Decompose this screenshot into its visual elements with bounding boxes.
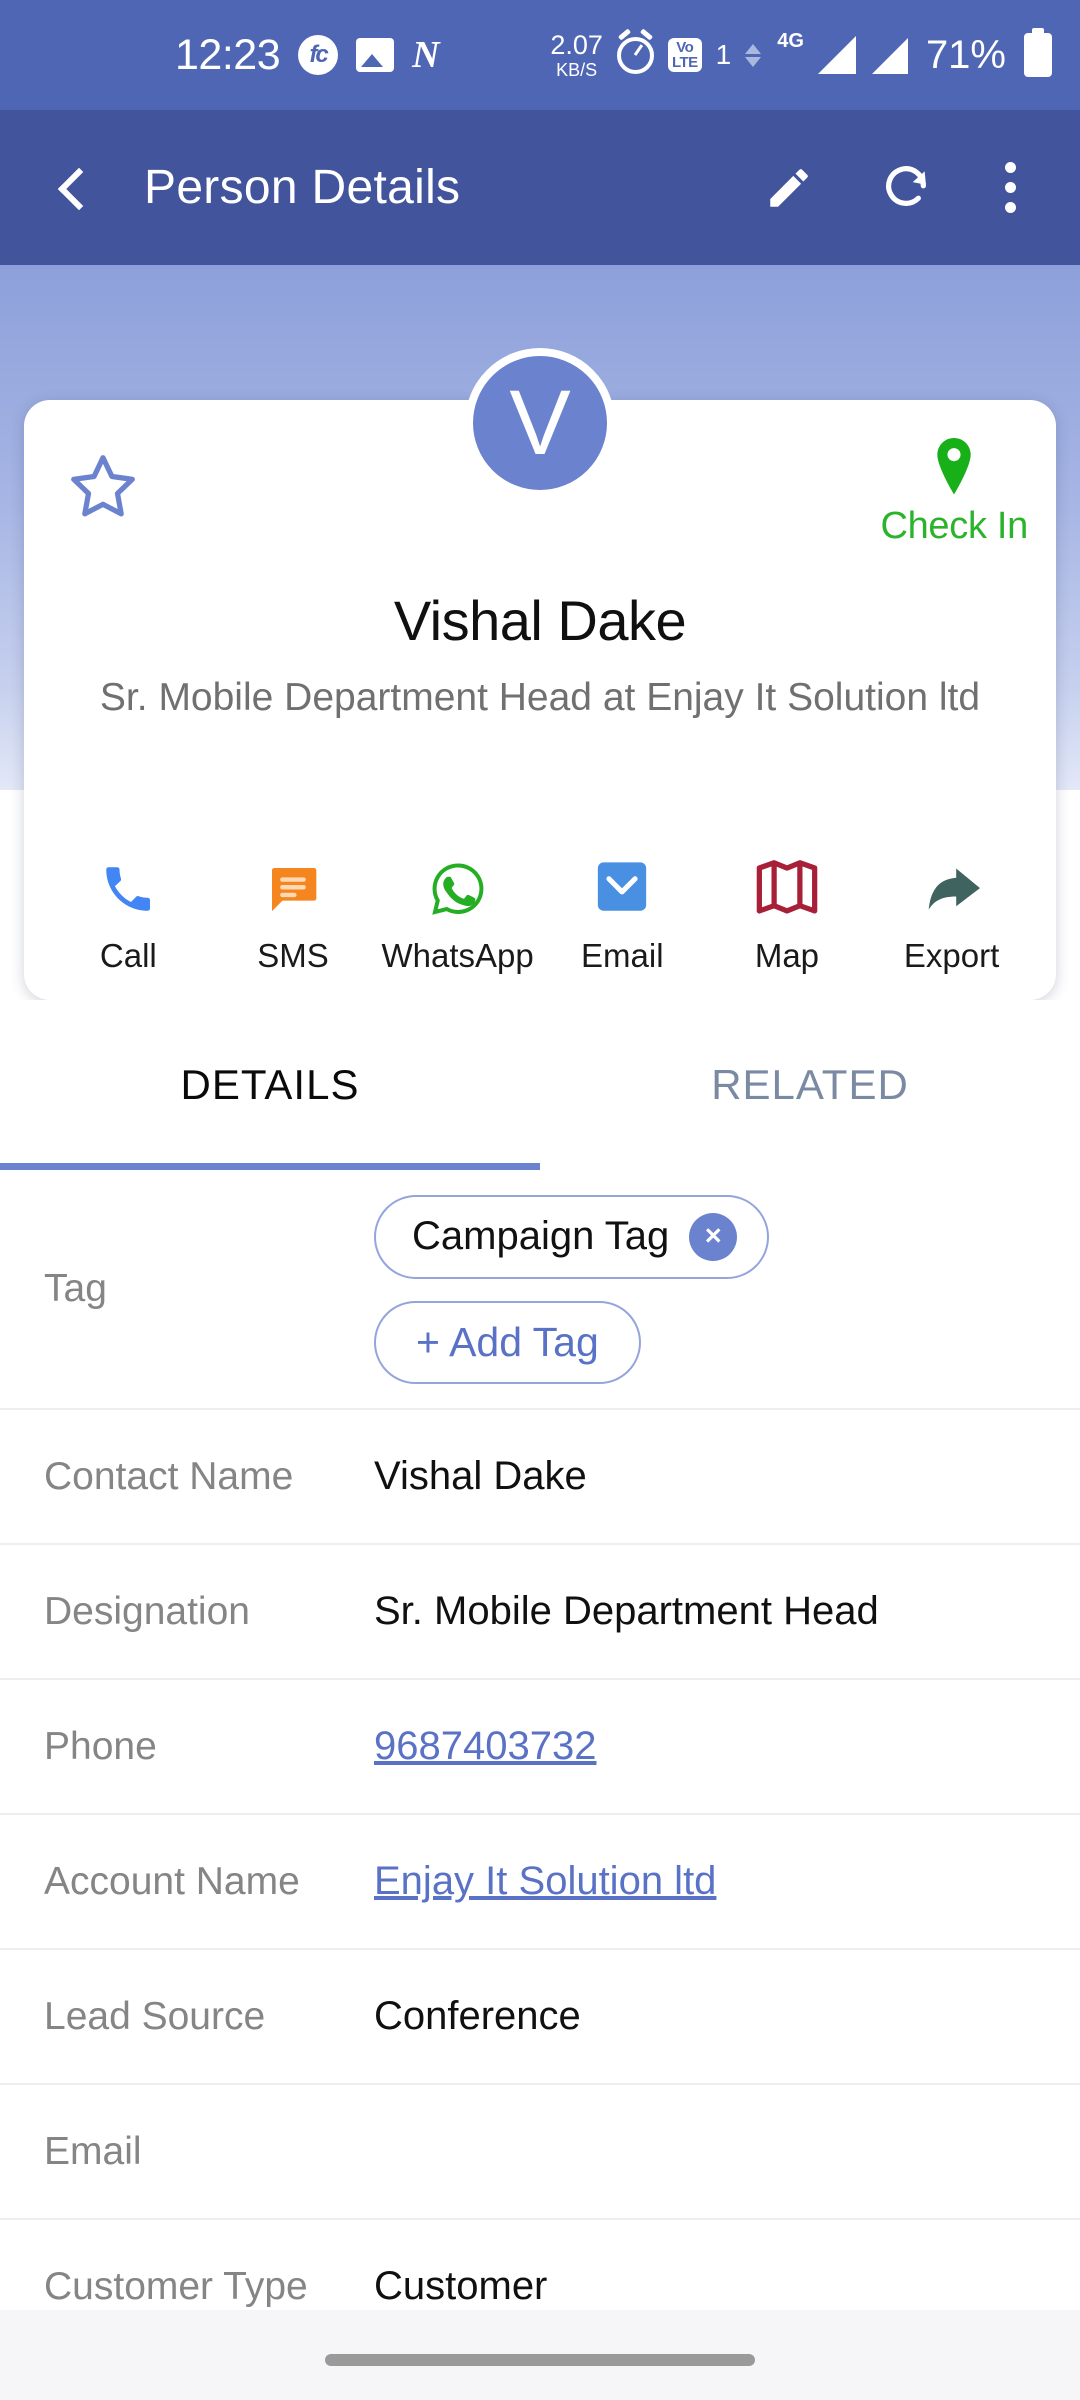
volte-icon: Vo LTE [667, 38, 702, 72]
gesture-pill[interactable] [325, 2354, 755, 2366]
quick-actions-row: Call SMS WhatsApp Email Map Export [24, 828, 1056, 1000]
map-action-label: Map [754, 937, 820, 974]
phone-icon [99, 853, 157, 925]
data-rate-unit: KB/S [556, 59, 598, 80]
check-in-button[interactable]: Check In [880, 438, 1028, 548]
table-row: Account Name Enjay It Solution ltd [0, 1815, 1080, 1950]
tag-chip[interactable]: Campaign Tag × [374, 1194, 770, 1279]
signal-strength-icon-1 [817, 36, 856, 74]
gallery-icon [356, 38, 395, 72]
details-list: Tag Campaign Tag × + Add Tag Contact Nam… [0, 1170, 1080, 2355]
row-label: Designation [44, 1589, 250, 1633]
phone-link[interactable]: 9687403732 [374, 1724, 1036, 1769]
status-bar: 12:23 fc N 2.07 KB/S Vo LTE 1 4G 71% [0, 0, 1080, 110]
refresh-icon[interactable] [880, 162, 932, 214]
favorite-star-icon[interactable] [66, 450, 140, 524]
remove-tag-icon[interactable]: × [689, 1212, 738, 1261]
fc-app-icon: fc [298, 35, 339, 75]
overflow-menu-icon[interactable] [998, 158, 1022, 217]
table-row: Contact Name Vishal Dake [0, 1410, 1080, 1545]
app-bar: Person Details [0, 110, 1080, 265]
add-tag-button[interactable]: + Add Tag [374, 1300, 641, 1384]
check-in-label: Check In [880, 505, 1028, 547]
edit-icon[interactable] [764, 163, 814, 213]
whatsapp-icon [428, 853, 488, 925]
status-bar-clock: 12:23 [175, 30, 281, 79]
detail-row-tag: Tag Campaign Tag × + Add Tag [0, 1170, 1080, 1410]
sms-action-button[interactable]: SMS [218, 853, 368, 975]
export-action-label: Export [903, 937, 1000, 974]
whatsapp-action-label: WhatsApp [381, 937, 534, 974]
share-arrow-icon [921, 853, 983, 925]
sim-number: 1 [715, 39, 732, 70]
whatsapp-action-button[interactable]: WhatsApp [381, 853, 534, 975]
page-title: Person Details [144, 161, 461, 214]
person-name: Vishal Dake [393, 589, 687, 652]
row-label: Phone [44, 1724, 157, 1768]
row-value: Sr. Mobile Department Head [374, 1589, 879, 1633]
battery-icon [1024, 33, 1052, 77]
tag-values: Campaign Tag × + Add Tag [374, 1194, 1036, 1384]
tab-details-label: DETAILS [180, 1061, 360, 1108]
message-icon [265, 853, 321, 925]
tab-related[interactable]: RELATED [540, 1000, 1080, 1170]
email-icon [597, 853, 647, 925]
signal-strength-icon-2 [870, 36, 908, 74]
row-label: Account Name [44, 1859, 300, 1903]
row-label: Contact Name [44, 1454, 294, 1498]
account-name-link[interactable]: Enjay It Solution ltd [374, 1859, 1036, 1904]
back-button[interactable] [52, 168, 92, 208]
row-label: Customer Type [44, 2264, 308, 2308]
call-action-button[interactable]: Call [53, 853, 203, 975]
table-row: Phone 9687403732 [0, 1680, 1080, 1815]
data-rate-indicator: 2.07 KB/S [550, 29, 603, 80]
export-action-button[interactable]: Export [877, 853, 1027, 975]
data-transfer-icon [745, 43, 762, 67]
tag-chip-label: Campaign Tag [412, 1214, 670, 1258]
tab-related-label: RELATED [711, 1061, 909, 1108]
volte-line-2: LTE [671, 54, 698, 71]
alarm-icon [616, 36, 654, 74]
app-screen: 12:23 fc N 2.07 KB/S Vo LTE 1 4G 71% Per… [0, 0, 1080, 2400]
map-icon [756, 853, 818, 925]
network-type-label: 4G [777, 29, 804, 52]
sms-action-label: SMS [257, 937, 329, 974]
table-row: Lead Source Conference [0, 1950, 1080, 2085]
person-subtitle: Sr. Mobile Department Head at Enjay It S… [99, 676, 981, 719]
map-action-button[interactable]: Map [712, 853, 862, 975]
row-label: Lead Source [44, 1994, 266, 2038]
app-bar-actions [764, 158, 1022, 217]
location-pin-icon [880, 438, 1028, 501]
row-label: Email [44, 2129, 142, 2173]
row-value: Vishal Dake [374, 1454, 587, 1498]
tag-label: Tag [44, 1267, 107, 1310]
tab-details[interactable]: DETAILS [0, 1000, 540, 1170]
avatar: V [465, 348, 615, 498]
data-rate-value: 2.07 [550, 29, 603, 60]
n-app-icon: N [412, 34, 440, 76]
table-row: Email [0, 2085, 1080, 2220]
call-action-label: Call [99, 937, 157, 974]
row-value: Conference [374, 1994, 581, 2038]
tab-bar: DETAILS RELATED [0, 1000, 1080, 1170]
row-value: Customer [374, 2264, 548, 2308]
table-row: Designation Sr. Mobile Department Head [0, 1545, 1080, 1680]
system-navigation-bar [0, 2310, 1080, 2400]
status-bar-left: 12:23 fc N [175, 31, 440, 80]
status-bar-right: 2.07 KB/S Vo LTE 1 4G 71% [550, 29, 1052, 80]
battery-percent-label: 71% [925, 32, 1006, 77]
email-action-button[interactable]: Email [547, 853, 697, 975]
email-action-label: Email [581, 937, 664, 974]
